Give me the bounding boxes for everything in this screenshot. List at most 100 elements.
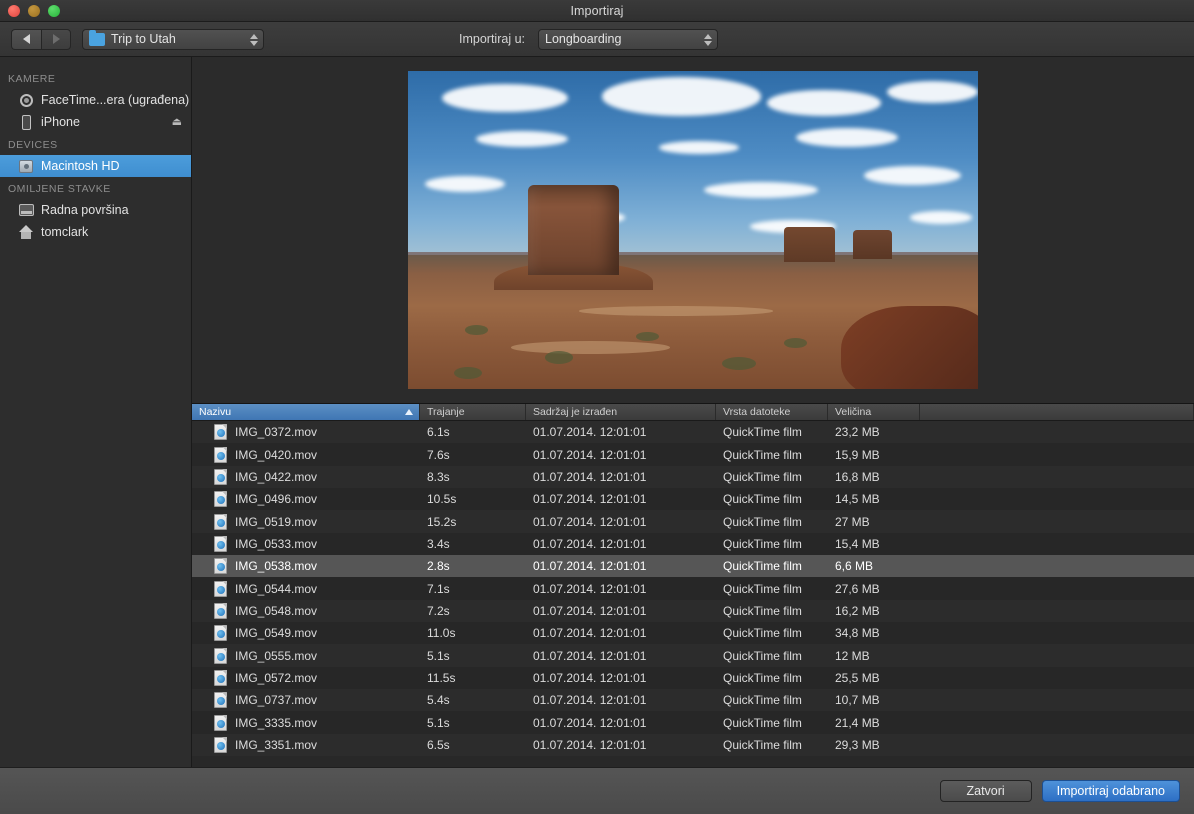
sidebar-section-header-favorites: OMILJENE STAVKE <box>8 183 111 195</box>
cell-size: 10,7 MB <box>835 693 880 708</box>
cell-date: 01.07.2014. 12:01:01 <box>533 559 647 574</box>
movie-file-icon <box>214 669 227 686</box>
column-header-name[interactable]: Nazivu <box>192 404 420 420</box>
stepper-icon <box>250 30 258 51</box>
source-folder-value: Trip to Utah <box>111 32 176 46</box>
import-dialog-window: Importiraj Trip to Utah Importiraj u: Lo… <box>0 0 1194 814</box>
cell-file-type: QuickTime film <box>723 536 802 551</box>
movie-file-icon <box>214 625 227 642</box>
cell-file-type: QuickTime film <box>723 715 802 730</box>
sidebar-item-label: FaceTime...era (ugrađena) <box>41 93 190 107</box>
forward-arrow-icon <box>52 34 60 44</box>
import-to-label: Importiraj u: <box>459 32 525 46</box>
table-row[interactable]: IMG_0538.mov 2.8s 01.07.2014. 12:01:01 Quic… <box>192 555 1194 578</box>
cell-date: 01.07.2014. 12:01:01 <box>533 581 647 596</box>
movie-file-icon <box>214 647 227 664</box>
cell-file-name: IMG_0538.mov <box>192 555 420 577</box>
cell-size: 23,2 MB <box>835 425 880 440</box>
cell-size: 12 MB <box>835 648 870 663</box>
file-name-label: IMG_0538.mov <box>235 559 318 574</box>
table-row[interactable]: IMG_0549.mov 11.0s 01.07.2014. 12:01:01 Qui… <box>192 622 1194 645</box>
table-row[interactable]: IMG_0420.mov 7.6s 01.07.2014. 12:01:01 Quic… <box>192 443 1194 466</box>
right-pane: Nazivu Trajanje Sadržaj je izrađen Vrsta… <box>192 57 1194 767</box>
sidebar-item-desktop[interactable]: Radna površina <box>0 199 191 221</box>
folder-icon <box>89 29 105 46</box>
window-title: Importiraj <box>570 4 624 18</box>
column-header-size[interactable]: Veličina <box>828 404 920 420</box>
eject-icon[interactable]: ⏏ <box>172 116 182 128</box>
sidebar-item-iphone[interactable]: iPhone ⏏ <box>0 111 191 133</box>
table-row[interactable]: IMG_0496.mov 10.5s 01.07.2014. 12:01:01 Qui… <box>192 488 1194 511</box>
cell-size: 25,5 MB <box>835 670 880 685</box>
table-row[interactable]: IMG_0519.mov 15.2s 01.07.2014. 12:01:01 Qui… <box>192 510 1194 533</box>
cell-file-name: IMG_0533.mov <box>192 533 420 555</box>
source-folder-popup[interactable]: Trip to Utah <box>82 28 264 51</box>
table-row[interactable]: IMG_0737.mov 5.4s 01.07.2014. 12:01:01 Quic… <box>192 689 1194 712</box>
hard-disk-icon <box>18 158 34 174</box>
cell-file-name: IMG_0544.mov <box>192 578 420 600</box>
table-row[interactable]: IMG_3335.mov 5.1s 01.07.2014. 12:01:01 Quic… <box>192 711 1194 734</box>
cell-file-name: IMG_0737.mov <box>192 689 420 711</box>
cell-size: 16,2 MB <box>835 603 880 618</box>
home-icon <box>18 224 34 240</box>
cell-size: 34,8 MB <box>835 626 880 641</box>
table-row[interactable]: IMG_0548.mov 7.2s 01.07.2014. 12:01:01 Quic… <box>192 599 1194 623</box>
stepper-icon <box>704 30 712 51</box>
sidebar-item-tomclark[interactable]: tomclark <box>0 221 191 243</box>
cell-duration: 11.5s <box>427 670 456 685</box>
title-bar: Importiraj <box>0 0 1194 22</box>
table-row[interactable]: IMG_0422.mov 8.3s 01.07.2014. 12:01:01 Quic… <box>192 465 1194 489</box>
cell-size: 29,3 MB <box>835 737 880 752</box>
cell-duration: 6.1s <box>427 425 450 440</box>
close-dialog-button[interactable]: Zatvori <box>939 780 1032 802</box>
file-name-label: IMG_0496.mov <box>235 492 318 507</box>
preview-butte-right <box>784 226 836 262</box>
cell-date: 01.07.2014. 12:01:01 <box>533 492 647 507</box>
sidebar-item-macintosh-hd[interactable]: Macintosh HD <box>0 155 191 177</box>
forward-button[interactable] <box>41 28 71 50</box>
cell-file-name: IMG_0572.mov <box>192 667 420 689</box>
column-header-date[interactable]: Sadržaj je izrađen <box>526 404 716 420</box>
cell-duration: 2.8s <box>427 559 450 574</box>
file-table: Nazivu Trajanje Sadržaj je izrađen Vrsta… <box>192 403 1194 767</box>
cell-file-type: QuickTime film <box>723 425 802 440</box>
close-button[interactable] <box>8 5 20 17</box>
file-name-label: IMG_0555.mov <box>235 648 318 663</box>
table-row[interactable]: IMG_0555.mov 5.1s 01.07.2014. 12:01:01 Quic… <box>192 644 1194 667</box>
cell-file-type: QuickTime film <box>723 693 802 708</box>
cell-date: 01.07.2014. 12:01:01 <box>533 536 647 551</box>
cell-file-name: IMG_0519.mov <box>192 511 420 533</box>
file-name-label: IMG_0533.mov <box>235 536 318 551</box>
cell-duration: 7.1s <box>427 581 450 596</box>
cell-file-type: QuickTime film <box>723 559 802 574</box>
cell-file-name: IMG_0555.mov <box>192 645 420 667</box>
table-row[interactable]: IMG_0372.mov 6.1s 01.07.2014. 12:01:01 Quic… <box>192 421 1194 444</box>
table-row[interactable]: IMG_0572.mov 11.5s 01.07.2014. 12:01:01 Qui… <box>192 666 1194 690</box>
movie-file-icon <box>214 558 227 575</box>
file-name-label: IMG_0544.mov <box>235 581 318 596</box>
movie-file-icon <box>214 692 227 709</box>
sidebar-item-facetime-camera[interactable]: FaceTime...era (ugrađena) <box>0 89 191 111</box>
table-row[interactable]: IMG_3351.mov 6.5s 01.07.2014. 12:01:01 Quic… <box>192 733 1194 757</box>
movie-file-icon <box>214 491 227 508</box>
cell-file-name: IMG_0420.mov <box>192 444 420 466</box>
table-row[interactable]: IMG_0533.mov 3.4s 01.07.2014. 12:01:01 Quic… <box>192 532 1194 556</box>
camera-icon <box>18 92 34 108</box>
back-button[interactable] <box>11 28 41 50</box>
table-row[interactable]: IMG_0544.mov 7.1s 01.07.2014. 12:01:01 Quic… <box>192 577 1194 600</box>
back-arrow-icon <box>23 34 30 44</box>
minimize-button[interactable] <box>28 5 40 17</box>
movie-file-icon <box>214 602 227 619</box>
import-selected-button[interactable]: Importiraj odabrano <box>1041 780 1180 802</box>
movie-file-icon <box>214 424 227 441</box>
column-header-file-type[interactable]: Vrsta datoteke <box>716 404 828 420</box>
toolbar: Trip to Utah Importiraj u: Longboarding <box>0 22 1194 57</box>
maximize-button[interactable] <box>48 5 60 17</box>
movie-file-icon <box>214 736 227 753</box>
cell-date: 01.07.2014. 12:01:01 <box>533 514 647 529</box>
import-destination-popup[interactable]: Longboarding <box>538 28 718 51</box>
cell-file-type: QuickTime film <box>723 469 802 484</box>
preview-butte-right-2 <box>852 230 893 259</box>
column-header-duration[interactable]: Trajanje <box>420 404 526 420</box>
cell-file-name: IMG_0548.mov <box>192 600 420 622</box>
